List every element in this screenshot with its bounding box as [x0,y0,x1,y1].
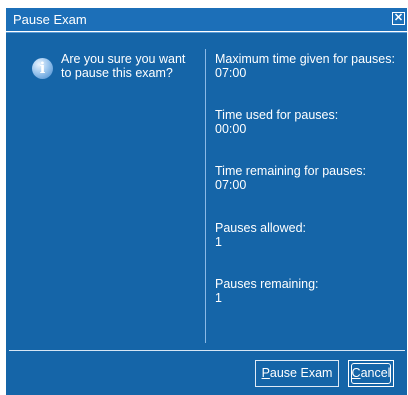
horizontal-divider [9,350,405,351]
stat-label: Time remaining for pauses: [215,164,366,178]
stat-label: Pauses allowed: [215,221,307,235]
stat-pauses-allowed: Pauses allowed: 1 [215,221,405,249]
confirmation-question: Are you sure you want to pause this exam… [61,52,186,80]
button-label: ause Exam [269,366,333,380]
stat-label: Pauses remaining: [215,277,319,291]
stat-label: Maximum time given for pauses: [215,52,395,66]
stat-value: 07:00 [215,66,247,80]
stat-time-remaining: Time remaining for pauses: 07:00 [215,164,405,192]
cancel-button[interactable]: Cancel [348,360,394,387]
button-label: ancel [360,366,391,380]
stat-label: Time used for pauses: [215,108,339,122]
stat-value: 1 [215,291,222,305]
stat-time-used: Time used for pauses: 00:00 [215,108,405,136]
stat-value: 07:00 [215,178,247,192]
pause-exam-button[interactable]: Pause Exam [255,360,339,387]
stat-value: 1 [215,235,222,249]
dialog-title: Pause Exam [13,12,87,27]
pause-exam-dialog: Pause Exam ✕ i Are you sure you want to … [6,8,407,395]
close-icon[interactable]: ✕ [392,12,405,25]
vertical-divider [205,49,206,343]
info-icon: i [32,58,53,79]
button-label-wrap: Cancel [352,366,391,380]
stat-pauses-remaining: Pauses remaining: 1 [215,277,405,305]
dialog-body: i Are you sure you want to pause this ex… [6,32,407,395]
accelerator-key: P [261,366,270,380]
stat-max-time: Maximum time given for pauses: 07:00 [215,52,405,80]
accelerator-key: C [351,366,361,380]
title-bar: Pause Exam ✕ [6,8,407,31]
stat-value: 00:00 [215,122,247,136]
